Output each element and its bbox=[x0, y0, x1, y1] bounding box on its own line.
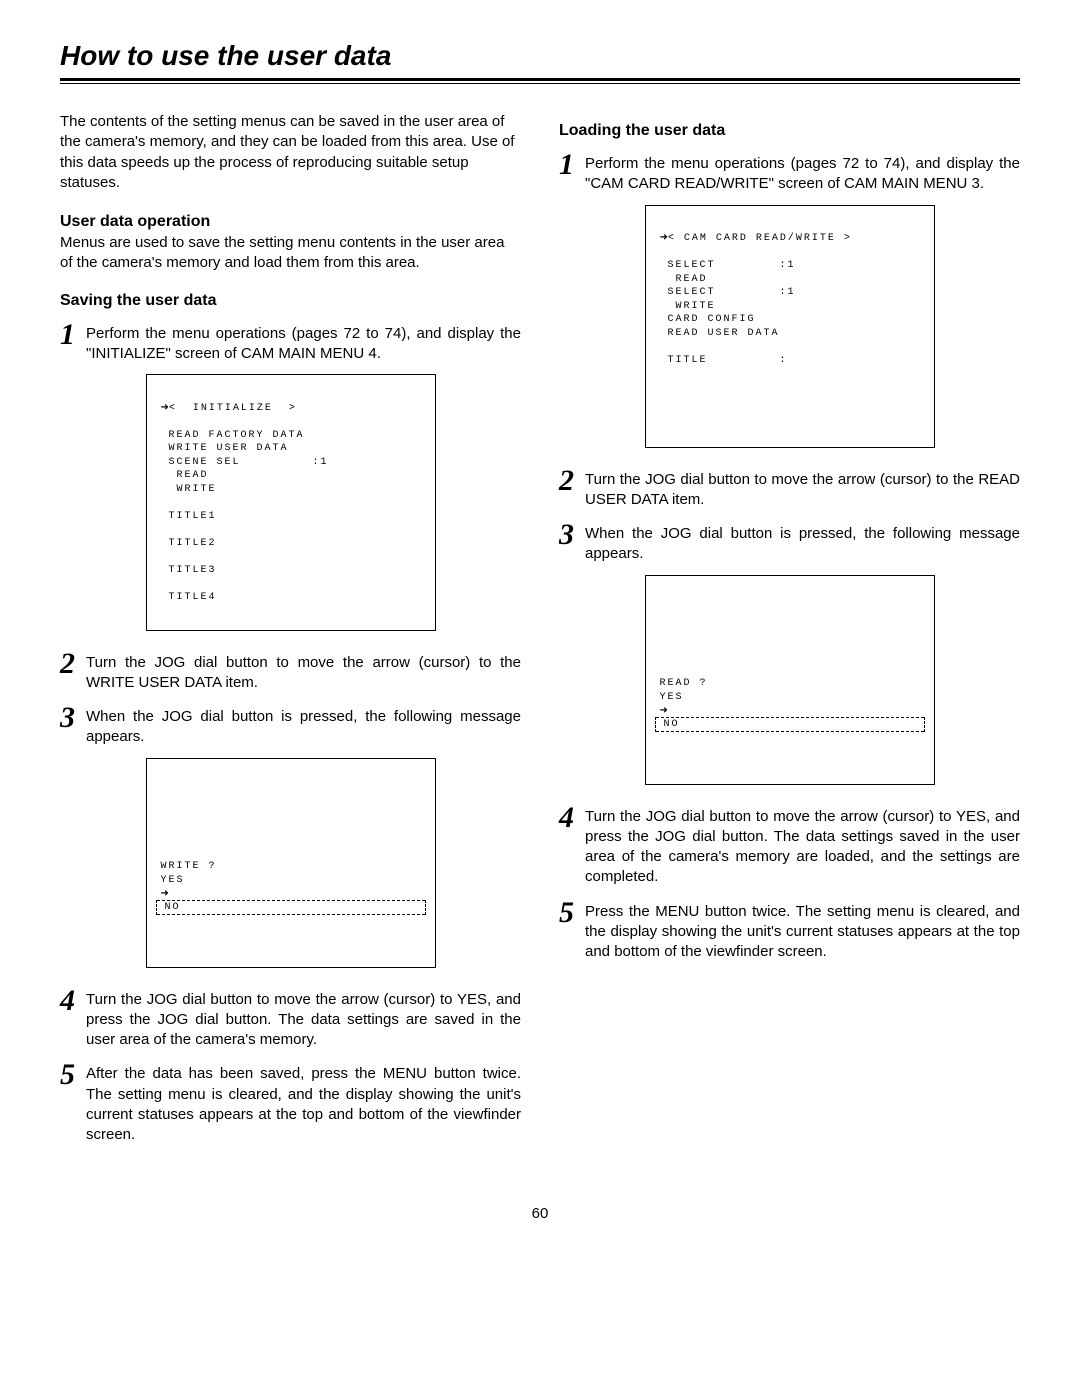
step-number: 5 bbox=[559, 898, 585, 928]
saving-step-5: 5 After the data has been saved, press t… bbox=[60, 1060, 521, 1145]
step-text: Turn the JOG dial button to move the arr… bbox=[585, 466, 1020, 511]
intro-text: The contents of the setting menus can be… bbox=[60, 112, 521, 193]
saving-step-2: 2 Turn the JOG dial button to move the a… bbox=[60, 649, 521, 694]
loading-step-2: 2 Turn the JOG dial button to move the a… bbox=[559, 466, 1020, 511]
step-number: 3 bbox=[60, 703, 86, 733]
page-title: How to use the user data bbox=[60, 40, 1020, 72]
saving-step-3: 3 When the JOG dial button is pressed, t… bbox=[60, 703, 521, 748]
step-text: Perform the menu operations (pages 72 to… bbox=[86, 320, 521, 365]
screen-title: < CAM CARD READ/WRITE > bbox=[668, 233, 852, 244]
right-column: Loading the user data 1 Perform the menu… bbox=[559, 112, 1020, 1155]
screen-line: READ USER DATA bbox=[660, 328, 780, 339]
loading-step-5: 5 Press the MENU button twice. The setti… bbox=[559, 898, 1020, 963]
step-text: When the JOG dial button is pressed, the… bbox=[585, 520, 1020, 565]
screen-line: SCENE SEL :1 bbox=[161, 457, 329, 468]
step-text: After the data has been saved, press the… bbox=[86, 1060, 521, 1145]
title-rule-thin bbox=[60, 83, 1020, 84]
cam-card-screen: ➜< CAM CARD READ/WRITE > SELECT :1 READ … bbox=[645, 205, 935, 448]
step-text: Turn the JOG dial button to move the arr… bbox=[86, 986, 521, 1051]
step-number: 2 bbox=[60, 649, 86, 679]
step-number: 2 bbox=[559, 466, 585, 496]
screen-line: CARD CONFIG bbox=[660, 314, 756, 325]
screen-line: TITLE : bbox=[660, 355, 788, 366]
step-number: 1 bbox=[60, 320, 86, 350]
user-data-operation-text: Menus are used to save the setting menu … bbox=[60, 233, 521, 274]
screen-line: READ bbox=[660, 274, 708, 285]
page-number: 60 bbox=[60, 1205, 1020, 1222]
screen-line: READ FACTORY DATA bbox=[161, 430, 305, 441]
confirm-prompt: READ ? bbox=[660, 677, 920, 691]
read-confirm-screen: READ ? YES ➜ NO bbox=[645, 575, 935, 785]
screen-line: TITLE1 bbox=[161, 511, 217, 522]
confirm-yes: YES bbox=[660, 691, 920, 705]
loading-step-1: 1 Perform the menu operations (pages 72 … bbox=[559, 150, 1020, 195]
initialize-screen: ➜< INITIALIZE > READ FACTORY DATA WRITE … bbox=[146, 374, 436, 631]
step-text: Perform the menu operations (pages 72 to… bbox=[585, 150, 1020, 195]
loading-step-3: 3 When the JOG dial button is pressed, t… bbox=[559, 520, 1020, 565]
write-confirm-screen: WRITE ? YES ➜ NO bbox=[146, 758, 436, 968]
heading-saving-user-data: Saving the user data bbox=[60, 292, 521, 310]
saving-step-4: 4 Turn the JOG dial button to move the a… bbox=[60, 986, 521, 1051]
arrow-icon: ➜ bbox=[161, 402, 169, 413]
step-number: 5 bbox=[60, 1060, 86, 1090]
confirm-yes: YES bbox=[161, 874, 421, 888]
arrow-icon: ➜ bbox=[660, 704, 920, 718]
screen-title: < INITIALIZE > bbox=[169, 403, 297, 414]
screen-line: TITLE4 bbox=[161, 592, 217, 603]
loading-step-4: 4 Turn the JOG dial button to move the a… bbox=[559, 803, 1020, 888]
step-text: Press the MENU button twice. The setting… bbox=[585, 898, 1020, 963]
saving-step-1: 1 Perform the menu operations (pages 72 … bbox=[60, 320, 521, 365]
left-column: The contents of the setting menus can be… bbox=[60, 112, 521, 1155]
screen-line: TITLE3 bbox=[161, 565, 217, 576]
step-text: Turn the JOG dial button to move the arr… bbox=[585, 803, 1020, 888]
arrow-icon: ➜ bbox=[161, 887, 421, 901]
step-number: 4 bbox=[559, 803, 585, 833]
screen-line: TITLE2 bbox=[161, 538, 217, 549]
confirm-no-selected: NO bbox=[660, 718, 920, 732]
title-rule-thick bbox=[60, 78, 1020, 81]
step-number: 4 bbox=[60, 986, 86, 1016]
screen-line: READ bbox=[161, 470, 209, 481]
step-text: When the JOG dial button is pressed, the… bbox=[86, 703, 521, 748]
screen-line: SELECT :1 bbox=[660, 260, 796, 271]
heading-user-data-operation: User data operation bbox=[60, 213, 521, 231]
confirm-prompt: WRITE ? bbox=[161, 860, 421, 874]
screen-line: SELECT :1 bbox=[660, 287, 796, 298]
confirm-no-selected: NO bbox=[161, 901, 421, 915]
heading-loading-user-data: Loading the user data bbox=[559, 122, 1020, 140]
screen-line: WRITE bbox=[161, 484, 217, 495]
arrow-icon: ➜ bbox=[660, 232, 668, 243]
step-text: Turn the JOG dial button to move the arr… bbox=[86, 649, 521, 694]
screen-line: WRITE bbox=[660, 301, 716, 312]
step-number: 3 bbox=[559, 520, 585, 550]
step-number: 1 bbox=[559, 150, 585, 180]
screen-line: WRITE USER DATA bbox=[161, 443, 289, 454]
